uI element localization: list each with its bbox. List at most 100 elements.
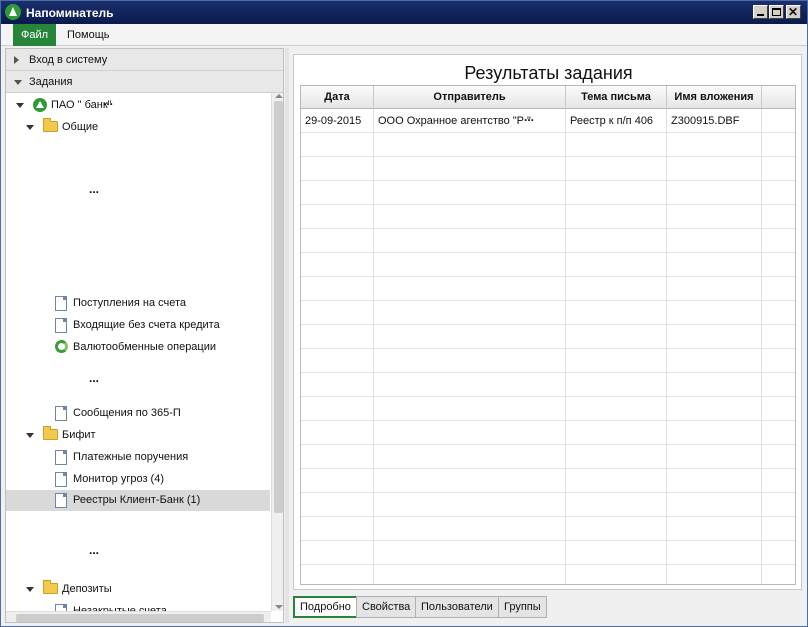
empty-cell[interactable] [566, 541, 667, 565]
empty-cell[interactable] [667, 181, 762, 205]
empty-cell[interactable] [667, 445, 762, 469]
empty-cell[interactable] [762, 133, 795, 157]
empty-cell[interactable] [374, 469, 566, 493]
empty-cell[interactable] [667, 349, 762, 373]
empty-cell[interactable] [667, 205, 762, 229]
tree-node-client-bank-registries[interactable]: Реестры Клиент-Банк (1) [6, 490, 270, 511]
empty-cell[interactable] [374, 133, 566, 157]
empty-cell[interactable] [301, 541, 374, 565]
empty-cell[interactable] [762, 205, 795, 229]
cell-empty[interactable] [762, 109, 795, 133]
empty-cell[interactable] [301, 253, 374, 277]
login-section-header[interactable]: Вход в систему [6, 49, 283, 71]
empty-cell[interactable] [374, 157, 566, 181]
empty-cell[interactable] [667, 301, 762, 325]
empty-cell[interactable] [762, 373, 795, 397]
column-header-subject[interactable]: Тема письма [566, 86, 667, 109]
empty-cell[interactable] [667, 493, 762, 517]
empty-cell[interactable] [667, 277, 762, 301]
empty-cell[interactable] [374, 349, 566, 373]
scroll-down-icon[interactable] [275, 605, 283, 609]
empty-cell[interactable] [374, 541, 566, 565]
tree-node-messages-365p[interactable]: Сообщения по 365-П [6, 403, 270, 423]
empty-cell[interactable] [762, 325, 795, 349]
empty-cell[interactable] [374, 205, 566, 229]
empty-cell[interactable] [374, 421, 566, 445]
menu-help[interactable]: Помощь [59, 24, 118, 46]
empty-cell[interactable] [566, 133, 667, 157]
empty-cell[interactable] [762, 469, 795, 493]
close-button[interactable]: ✕ [786, 5, 801, 19]
empty-cell[interactable] [301, 373, 374, 397]
empty-cell[interactable] [566, 445, 667, 469]
empty-cell[interactable] [667, 157, 762, 181]
empty-cell[interactable] [566, 277, 667, 301]
tree-node-bifit[interactable]: Бифит [6, 425, 270, 445]
tree-node-incoming-accounts[interactable]: Поступления на счета [6, 293, 270, 313]
empty-cell[interactable] [667, 541, 762, 565]
pane-splitter[interactable] [285, 48, 289, 623]
tree-node-threat-monitor[interactable]: Монитор угроз (4) [6, 469, 270, 489]
empty-cell[interactable] [566, 301, 667, 325]
empty-cell[interactable] [374, 181, 566, 205]
minimize-button[interactable] [753, 5, 768, 19]
empty-cell[interactable] [667, 229, 762, 253]
tree-node-payment-orders[interactable]: Платежные поручения [6, 447, 270, 467]
empty-cell[interactable] [566, 181, 667, 205]
tab-properties[interactable]: Свойства [356, 596, 417, 618]
cell-attachment[interactable]: Z300915.DBF [667, 109, 762, 133]
empty-cell[interactable] [566, 373, 667, 397]
empty-cell[interactable] [566, 253, 667, 277]
empty-cell[interactable] [566, 421, 667, 445]
empty-cell[interactable] [762, 565, 795, 584]
column-header-sender[interactable]: Отправитель [374, 86, 566, 109]
empty-cell[interactable] [667, 397, 762, 421]
empty-cell[interactable] [301, 445, 374, 469]
empty-cell[interactable] [566, 397, 667, 421]
empty-cell[interactable] [301, 133, 374, 157]
maximize-button[interactable] [769, 5, 784, 19]
empty-cell[interactable] [566, 493, 667, 517]
tree-node-incoming-no-credit[interactable]: Входящие без счета кредита [6, 315, 270, 335]
empty-cell[interactable] [301, 565, 374, 584]
empty-cell[interactable] [667, 469, 762, 493]
empty-cell[interactable] [762, 301, 795, 325]
scroll-up-icon[interactable] [275, 94, 283, 98]
empty-cell[interactable] [667, 325, 762, 349]
empty-cell[interactable] [301, 349, 374, 373]
empty-cell[interactable] [667, 133, 762, 157]
empty-cell[interactable] [566, 349, 667, 373]
empty-cell[interactable] [301, 469, 374, 493]
horizontal-scrollbar[interactable] [6, 611, 271, 622]
empty-cell[interactable] [667, 373, 762, 397]
column-header-attachment[interactable]: Имя вложения [667, 86, 762, 109]
empty-cell[interactable] [301, 229, 374, 253]
empty-cell[interactable] [374, 301, 566, 325]
empty-cell[interactable] [374, 229, 566, 253]
empty-cell[interactable] [374, 517, 566, 541]
empty-cell[interactable] [762, 229, 795, 253]
empty-cell[interactable] [566, 517, 667, 541]
tree-node-deposits[interactable]: Депозиты [6, 579, 270, 599]
tree-node-general[interactable]: Общие [6, 117, 270, 137]
empty-cell[interactable] [301, 517, 374, 541]
empty-cell[interactable] [301, 325, 374, 349]
empty-cell[interactable] [762, 349, 795, 373]
empty-cell[interactable] [566, 205, 667, 229]
empty-cell[interactable] [762, 445, 795, 469]
tab-groups[interactable]: Группы [498, 596, 547, 618]
empty-cell[interactable] [762, 493, 795, 517]
empty-cell[interactable] [762, 541, 795, 565]
empty-cell[interactable] [374, 565, 566, 584]
vertical-scroll-thumb[interactable] [274, 101, 283, 513]
empty-cell[interactable] [762, 253, 795, 277]
empty-cell[interactable] [301, 301, 374, 325]
empty-cell[interactable] [374, 325, 566, 349]
empty-cell[interactable] [762, 421, 795, 445]
empty-cell[interactable] [301, 397, 374, 421]
empty-cell[interactable] [374, 397, 566, 421]
empty-cell[interactable] [566, 157, 667, 181]
empty-cell[interactable] [762, 157, 795, 181]
empty-cell[interactable] [374, 253, 566, 277]
empty-cell[interactable] [762, 181, 795, 205]
